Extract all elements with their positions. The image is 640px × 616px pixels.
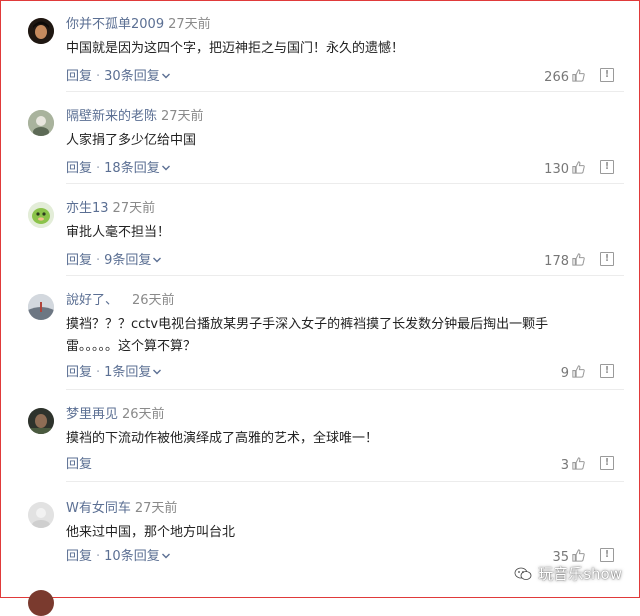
comment-text: 人家捐了多少亿给中国 xyxy=(66,133,197,148)
watermark: 玩音乐show xyxy=(514,563,622,584)
like-count: 266 xyxy=(544,70,569,85)
report-icon[interactable] xyxy=(600,158,614,176)
reply-button[interactable]: 回复 xyxy=(66,69,92,84)
view-replies-button[interactable]: 9条回复 xyxy=(104,253,162,268)
wechat-icon xyxy=(514,567,532,580)
like-count: 178 xyxy=(544,254,569,269)
comment-time: 27天前 xyxy=(112,201,156,216)
chevron-down-icon xyxy=(161,553,170,559)
username[interactable]: 說好了、 xyxy=(66,293,118,308)
thumbs-up-icon[interactable] xyxy=(571,252,586,267)
comment-text: 他来过中国，那个地方叫台北 xyxy=(66,525,236,540)
username[interactable]: 梦里再见 xyxy=(66,407,118,422)
separator-dot: · xyxy=(96,253,101,268)
comment-time: 27天前 xyxy=(161,109,204,124)
comment-item: 說好了、 26天前 摸裆？？？cctv电视台播放某男子手深入女子的裤裆摸了长发数分… xyxy=(0,276,640,390)
comment-actions: 回复 · 18条回复 xyxy=(66,160,171,178)
username[interactable]: W有女同车 xyxy=(66,501,131,516)
reply-button[interactable]: 回复 xyxy=(66,161,92,176)
like-area: 3 xyxy=(560,454,614,475)
replies-count-label: 1条回复 xyxy=(104,365,152,380)
separator-dot: · xyxy=(96,161,101,176)
thumbs-up-icon[interactable] xyxy=(571,68,586,83)
separator-dot: · xyxy=(96,69,101,84)
watermark-text: 玩音乐show xyxy=(538,565,622,583)
like-count: 3 xyxy=(560,458,569,473)
comment-time: 27天前 xyxy=(168,17,211,32)
chevron-down-icon xyxy=(153,257,162,263)
username[interactable]: 你并不孤单2009 xyxy=(66,17,164,32)
comment-meta: 說好了、 26天前 xyxy=(66,292,175,310)
report-icon[interactable] xyxy=(600,362,614,380)
report-icon[interactable] xyxy=(600,66,614,84)
comment-meta: W有女同车 27天前 xyxy=(66,500,177,518)
avatar[interactable] xyxy=(28,202,54,228)
thumbs-up-icon[interactable] xyxy=(571,548,586,563)
comment-actions: 回复 · 1条回复 xyxy=(66,364,162,382)
replies-count-label: 9条回复 xyxy=(104,253,152,268)
comment-meta: 亦生13 27天前 xyxy=(66,200,155,218)
comment-meta: 隔壁新来的老陈 27天前 xyxy=(66,108,204,126)
like-area: 178 xyxy=(544,250,614,271)
replies-count-label: 30条回复 xyxy=(104,69,160,84)
thumbs-up-icon[interactable] xyxy=(571,364,586,379)
username[interactable]: 亦生13 xyxy=(66,201,109,216)
like-area: 266 xyxy=(544,66,614,87)
view-replies-button[interactable]: 10条回复 xyxy=(104,549,171,564)
comment-actions: 回复 · 10条回复 xyxy=(66,548,171,566)
comment-item: 梦里再见 26天前 摸裆的下流动作被他演绎成了高雅的艺术，全球唯一！ 回复 3 xyxy=(0,390,640,482)
avatar[interactable] xyxy=(28,294,54,320)
comment-meta: 梦里再见 26天前 xyxy=(66,406,165,424)
divider xyxy=(66,481,624,482)
view-replies-button[interactable]: 1条回复 xyxy=(104,365,162,380)
avatar[interactable] xyxy=(28,590,54,616)
username[interactable]: 隔壁新来的老陈 xyxy=(66,109,157,124)
view-replies-button[interactable]: 30条回复 xyxy=(104,69,171,84)
like-area: 9 xyxy=(560,362,614,383)
reply-button[interactable]: 回复 xyxy=(66,457,92,472)
comment-text: 摸裆？？？cctv电视台播放某男子手深入女子的裤裆摸了长发数分钟最后掏出一颗手雷… xyxy=(66,317,549,354)
report-icon[interactable] xyxy=(600,454,614,472)
comment-time: 26天前 xyxy=(122,407,165,422)
comment-item: 亦生13 27天前 审批人毫不担当！ 回复 · 9条回复 178 xyxy=(0,184,640,276)
replies-count-label: 18条回复 xyxy=(104,161,160,176)
comment-time: 27天前 xyxy=(134,501,178,516)
view-replies-button[interactable]: 18条回复 xyxy=(104,161,171,176)
avatar[interactable] xyxy=(28,408,54,434)
comment-actions: 回复 · 30条回复 xyxy=(66,68,171,86)
report-icon[interactable] xyxy=(600,546,614,564)
like-count: 130 xyxy=(544,162,569,177)
avatar[interactable] xyxy=(28,502,54,528)
thumbs-up-icon[interactable] xyxy=(571,456,586,471)
reply-button[interactable]: 回复 xyxy=(66,549,92,564)
comment-text: 中国就是因为这四个字，把迈神拒之与国门！永久的遗憾！ xyxy=(66,41,405,56)
like-area: 130 xyxy=(544,158,614,179)
comment-item: 你并不孤单2009 27天前 中国就是因为这四个字，把迈神拒之与国门！永久的遗憾！… xyxy=(0,0,640,92)
comment-text: 审批人毫不担当！ xyxy=(66,225,171,240)
separator-dot: · xyxy=(96,365,101,380)
avatar[interactable] xyxy=(28,18,54,44)
like-count: 9 xyxy=(560,366,569,381)
avatar[interactable] xyxy=(28,110,54,136)
comment-actions: 回复 · 9条回复 xyxy=(66,252,162,270)
comment-actions: 回复 xyxy=(66,456,92,474)
comment-item: 隔壁新来的老陈 27天前 人家捐了多少亿给中国 回复 · 18条回复 130 xyxy=(0,92,640,184)
replies-count-label: 10条回复 xyxy=(104,549,160,564)
chevron-down-icon xyxy=(153,369,162,375)
chevron-down-icon xyxy=(161,165,170,171)
reply-button[interactable]: 回复 xyxy=(66,253,92,268)
comment-time: 26天前 xyxy=(132,293,175,308)
thumbs-up-icon[interactable] xyxy=(571,160,586,175)
reply-button[interactable]: 回复 xyxy=(66,365,92,380)
comment-meta: 你并不孤单2009 27天前 xyxy=(66,16,211,34)
separator-dot: · xyxy=(96,549,101,564)
chevron-down-icon xyxy=(161,73,170,79)
comment-text: 摸裆的下流动作被他演绎成了高雅的艺术，全球唯一！ xyxy=(66,431,379,446)
report-icon[interactable] xyxy=(600,250,614,268)
